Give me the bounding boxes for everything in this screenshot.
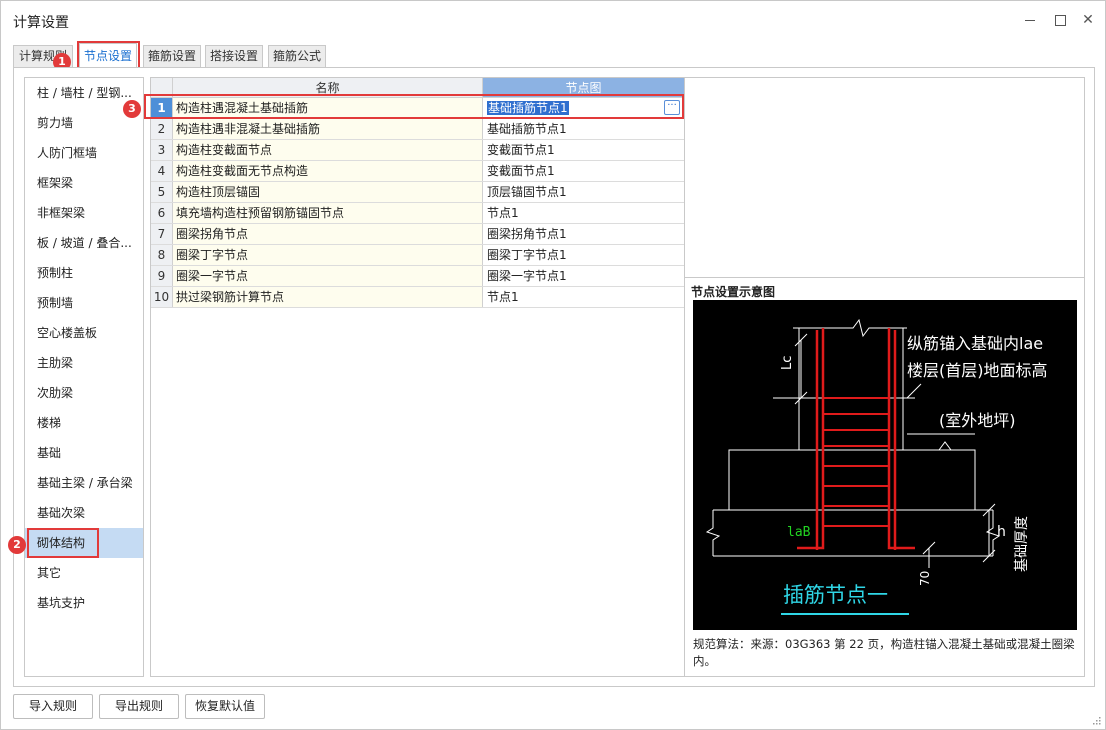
diagram-label-lab: laB (787, 525, 811, 540)
sidebar-item-hollow-slab[interactable]: 空心楼盖板 (25, 318, 143, 348)
row-number: 7 (151, 224, 173, 244)
sidebar-item-masonry[interactable]: 砌体结构 (25, 528, 143, 558)
diagram-label-outdoor: (室外地坪) (939, 411, 1016, 430)
table-row[interactable]: 8 圈梁丁字节点 圈梁丁字节点1 (151, 245, 684, 266)
preview-empty-area (685, 78, 1084, 278)
tab-stirrup-settings[interactable]: 箍筋设置 (143, 45, 201, 67)
row-name[interactable]: 构造柱遇混凝土基础插筋 (173, 98, 483, 118)
sidebar-item-stairs[interactable]: 楼梯 (25, 408, 143, 438)
sidebar-item-foundation-secondary-beam[interactable]: 基础次梁 (25, 498, 143, 528)
row-number: 6 (151, 203, 173, 223)
sidebar-item-foundation[interactable]: 基础 (25, 438, 143, 468)
title-bar: 计算设置 ✕ (1, 1, 1105, 39)
sidebar-item-foundation-main-beam[interactable]: 基础主梁 / 承台梁 (25, 468, 143, 498)
row-name[interactable]: 构造柱变截面节点 (173, 140, 483, 160)
column-header-name[interactable]: 名称 (173, 78, 483, 98)
diagram-label-lc: Lc (780, 356, 795, 370)
diagram-label-anchorage: 纵筋锚入基础内lae (907, 334, 1043, 353)
settings-window: 计算设置 ✕ 计算规则 节点设置 箍筋设置 搭接设置 箍筋公式 1 柱 / 墙柱… (0, 0, 1106, 730)
sidebar-item-main-rib-beam[interactable]: 主肋梁 (25, 348, 143, 378)
row-name[interactable]: 构造柱变截面无节点构造 (173, 161, 483, 181)
tab-stirrup-formula[interactable]: 箍筋公式 (268, 45, 326, 67)
restore-defaults-button[interactable]: 恢复默认值 (185, 694, 265, 719)
step-badge-3: 3 (123, 100, 141, 118)
row-number: 10 (151, 287, 173, 307)
sidebar-item-pit-support[interactable]: 基坑支护 (25, 588, 143, 618)
table-row[interactable]: 2 构造柱遇非混凝土基础插筋 基础插筋节点1 (151, 119, 684, 140)
row-name[interactable]: 填充墙构造柱预留钢筋锚固节点 (173, 203, 483, 223)
import-rules-button[interactable]: 导入规则 (13, 694, 93, 719)
sidebar-item-civil-defense-door[interactable]: 人防门框墙 (25, 138, 143, 168)
node-table: 名称 节点图 1 构造柱遇混凝土基础插筋 基础插筋节点1 ··· 2 构造柱遇非混… (150, 77, 685, 677)
diagram-label-thickness: 基础厚度 (1013, 516, 1030, 572)
sidebar-item-precast-column[interactable]: 预制柱 (25, 258, 143, 288)
close-icon[interactable]: ✕ (1079, 11, 1097, 29)
category-sidebar: 柱 / 墙柱 / 型钢... 剪力墙 人防门框墙 框架梁 非框架梁 板 / 坡道… (24, 77, 144, 677)
sidebar-item-non-frame-beam[interactable]: 非框架梁 (25, 198, 143, 228)
rule-description: 规范算法：来源：03G363 第 22 页，构造柱锚入混凝土基础或混凝土圈梁内。 (693, 637, 1075, 668)
step-badge-2: 2 (8, 536, 26, 554)
diagram-label-h: h (997, 524, 1006, 540)
browse-node-button[interactable]: ··· (664, 100, 680, 115)
table-row[interactable]: 9 圈梁一字节点 圈梁一字节点1 (151, 266, 684, 287)
node-diagram-svg: 纵筋锚入基础内lae 楼层(首层)地面标高 (室外地坪) Lc h 基础厚度 7… (705, 318, 1048, 615)
table-corner (151, 78, 173, 98)
minimize-icon[interactable] (1021, 11, 1039, 29)
preview-title: 节点设置示意图 (691, 285, 776, 299)
row-name[interactable]: 拱过梁钢筋计算节点 (173, 287, 483, 307)
tab-node-settings[interactable]: 节点设置 (79, 43, 137, 67)
row-node-value[interactable]: 圈梁丁字节点1 (483, 245, 684, 265)
content-panel: 柱 / 墙柱 / 型钢... 剪力墙 人防门框墙 框架梁 非框架梁 板 / 坡道… (13, 67, 1095, 687)
row-node-value[interactable]: 基础插筋节点1 (487, 101, 569, 115)
table-row[interactable]: 5 构造柱顶层锚固 顶层锚固节点1 (151, 182, 684, 203)
table-row[interactable]: 7 圈梁拐角节点 圈梁拐角节点1 (151, 224, 684, 245)
sidebar-item-slab[interactable]: 板 / 坡道 / 叠合... (25, 228, 143, 258)
row-node-value[interactable]: 顶层锚固节点1 (483, 182, 684, 202)
row-number: 1 (151, 98, 173, 118)
row-node-value[interactable]: 变截面节点1 (483, 140, 684, 160)
sidebar-item-secondary-rib-beam[interactable]: 次肋梁 (25, 378, 143, 408)
window-title: 计算设置 (13, 15, 69, 31)
row-number: 8 (151, 245, 173, 265)
node-diagram: 纵筋锚入基础内lae 楼层(首层)地面标高 (室外地坪) Lc h 基础厚度 7… (693, 300, 1077, 630)
diagram-label-floor-level: 楼层(首层)地面标高 (907, 361, 1048, 380)
diagram-label-70: 70 (918, 571, 932, 586)
row-number: 9 (151, 266, 173, 286)
row-name[interactable]: 圈梁一字节点 (173, 266, 483, 286)
row-node-value[interactable]: 基础插筋节点1 (483, 119, 684, 139)
column-header-node[interactable]: 节点图 (483, 78, 684, 98)
row-node-value[interactable]: 变截面节点1 (483, 161, 684, 181)
preview-panel: 节点设置示意图 纵筋锚入基础内lae 楼层(首层)地面标高 (室外地坪) Lc … (685, 77, 1085, 677)
row-name[interactable]: 圈梁拐角节点 (173, 224, 483, 244)
row-node-editor[interactable]: 基础插筋节点1 ··· (483, 98, 684, 118)
table-row[interactable]: 1 构造柱遇混凝土基础插筋 基础插筋节点1 ··· (151, 98, 684, 119)
row-number: 4 (151, 161, 173, 181)
table-row[interactable]: 3 构造柱变截面节点 变截面节点1 (151, 140, 684, 161)
row-node-value[interactable]: 圈梁拐角节点1 (483, 224, 684, 244)
table-row[interactable]: 6 填充墙构造柱预留钢筋锚固节点 节点1 (151, 203, 684, 224)
sidebar-item-precast-wall[interactable]: 预制墙 (25, 288, 143, 318)
row-name[interactable]: 圈梁丁字节点 (173, 245, 483, 265)
row-number: 2 (151, 119, 173, 139)
row-node-value[interactable]: 节点1 (483, 287, 684, 307)
maximize-icon[interactable] (1051, 11, 1069, 29)
table-row[interactable]: 10 拱过梁钢筋计算节点 节点1 (151, 287, 684, 308)
sidebar-item-other[interactable]: 其它 (25, 558, 143, 588)
row-number: 5 (151, 182, 173, 202)
row-node-value[interactable]: 圈梁一字节点1 (483, 266, 684, 286)
table-row[interactable]: 4 构造柱变截面无节点构造 变截面节点1 (151, 161, 684, 182)
row-name[interactable]: 构造柱顶层锚固 (173, 182, 483, 202)
diagram-caption: 插筋节点一 (783, 583, 888, 607)
row-node-value[interactable]: 节点1 (483, 203, 684, 223)
export-rules-button[interactable]: 导出规则 (99, 694, 179, 719)
sidebar-item-frame-beam[interactable]: 框架梁 (25, 168, 143, 198)
row-name[interactable]: 构造柱遇非混凝土基础插筋 (173, 119, 483, 139)
tab-lap-settings[interactable]: 搭接设置 (205, 45, 263, 67)
resize-grip-icon[interactable] (1091, 715, 1101, 725)
row-number: 3 (151, 140, 173, 160)
